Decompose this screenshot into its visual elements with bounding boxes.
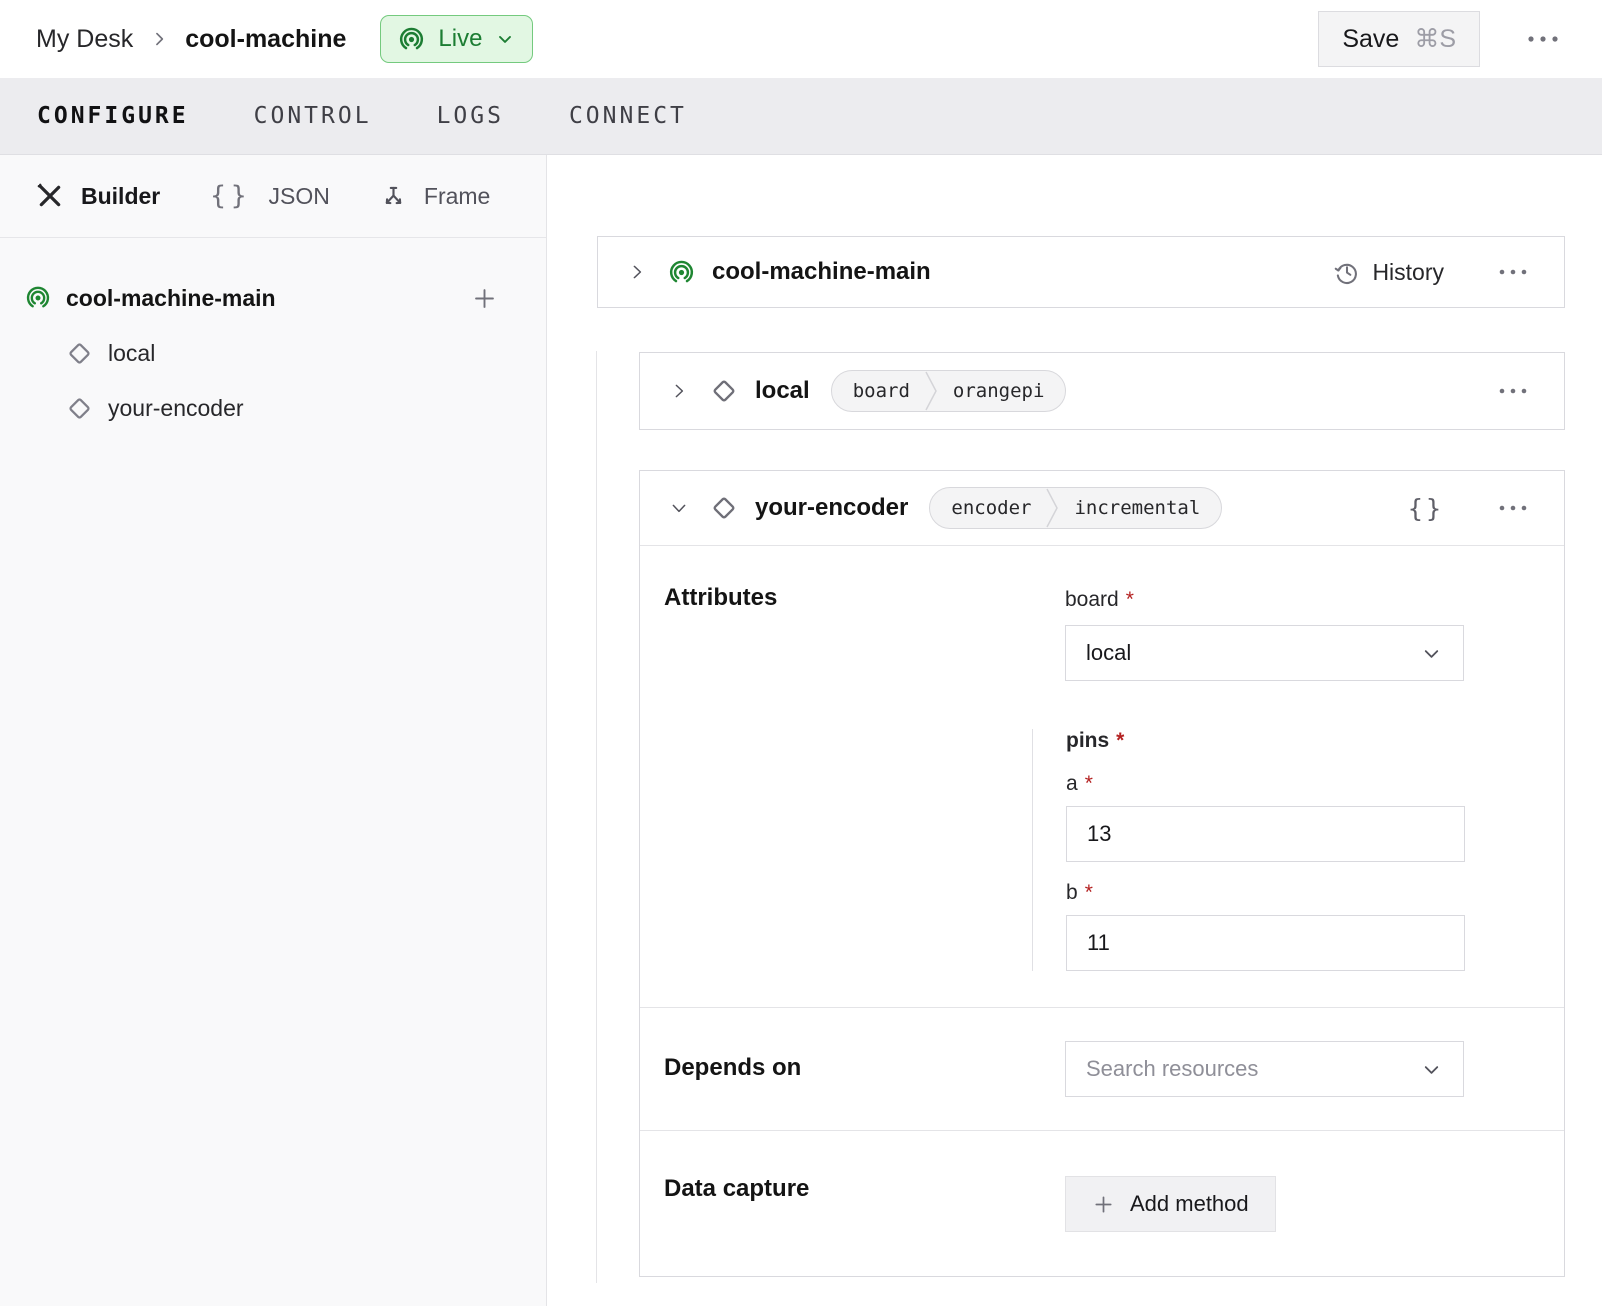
- view-frame[interactable]: Frame: [380, 183, 490, 210]
- local-more-options-button[interactable]: [1492, 381, 1534, 401]
- add-method-button[interactable]: Add method: [1065, 1176, 1276, 1232]
- machine-more-options-button[interactable]: [1492, 262, 1534, 282]
- board-field-label: board*: [1065, 588, 1134, 611]
- local-board-card: local board orangepi: [639, 352, 1565, 430]
- encoder-card: your-encoder encoder incremental {} Attr…: [639, 470, 1565, 1277]
- add-method-button-label: Add method: [1130, 1191, 1249, 1217]
- board-select[interactable]: local: [1065, 625, 1464, 681]
- pin-b-input[interactable]: [1066, 915, 1465, 971]
- required-asterisk: *: [1085, 772, 1093, 795]
- pins-field-group: pins* a* b*: [1032, 729, 1465, 971]
- local-card-title: local: [755, 377, 810, 405]
- encoder-type-badge: encoder incremental: [929, 487, 1222, 529]
- pin-a-label: a*: [1066, 772, 1465, 796]
- local-type-badge: board orangepi: [831, 370, 1067, 412]
- history-button-label: History: [1372, 259, 1444, 286]
- board-field-group: board* local: [1065, 588, 1464, 681]
- component-diamond-icon: [66, 395, 93, 422]
- braces-icon: {}: [210, 181, 251, 211]
- history-button[interactable]: History: [1328, 258, 1450, 287]
- encoder-card-title: your-encoder: [755, 494, 908, 522]
- tab-logs[interactable]: LOGS: [437, 103, 504, 129]
- expand-chevron-right-icon[interactable]: [670, 382, 688, 400]
- data-capture-label: Data capture: [664, 1175, 809, 1203]
- view-switcher: Builder {} JSON Frame: [0, 155, 546, 238]
- main-nav-tabs: CONFIGURE CONTROL LOGS CONNECT: [0, 78, 1602, 155]
- tree-item-local-label: local: [108, 340, 155, 367]
- top-bar: My Desk cool-machine Live Save ⌘S: [0, 0, 1602, 78]
- config-main-panel: cool-machine-main History: [547, 155, 1602, 1306]
- save-button[interactable]: Save ⌘S: [1318, 11, 1480, 67]
- attributes-section-label: Attributes: [664, 584, 777, 612]
- tab-connect[interactable]: CONNECT: [569, 103, 687, 129]
- live-status-dropdown[interactable]: Live: [380, 15, 533, 63]
- view-frame-label: Frame: [424, 183, 490, 210]
- edit-json-braces-button[interactable]: {}: [1402, 493, 1450, 524]
- board-select-value: local: [1086, 640, 1131, 666]
- pin-a-input[interactable]: [1066, 806, 1465, 862]
- tree-item-your-encoder[interactable]: your-encoder: [0, 381, 546, 436]
- plus-icon: [1092, 1193, 1115, 1216]
- badge-model: orangepi: [938, 380, 1066, 402]
- machine-card: cool-machine-main History: [597, 236, 1565, 308]
- required-asterisk: *: [1126, 588, 1134, 611]
- component-diamond-icon: [710, 377, 738, 405]
- view-builder-label: Builder: [81, 183, 160, 210]
- viam-live-icon: [398, 26, 425, 53]
- breadcrumb-my-desk[interactable]: My Desk: [36, 25, 133, 54]
- encoder-more-options-button[interactable]: [1492, 498, 1534, 518]
- config-sidebar: Builder {} JSON Frame: [0, 155, 547, 1306]
- viam-machine-icon: [25, 285, 51, 311]
- badge-api-type: encoder: [930, 497, 1046, 519]
- tree-item-local[interactable]: local: [0, 326, 546, 381]
- view-builder[interactable]: Builder: [36, 182, 160, 210]
- badge-divider: [1046, 487, 1059, 529]
- pins-group-label: pins*: [1066, 729, 1124, 752]
- topbar-actions: Save ⌘S: [1318, 11, 1566, 67]
- machine-card-title: cool-machine-main: [712, 258, 931, 286]
- tree-item-your-encoder-label: your-encoder: [108, 395, 244, 422]
- expand-chevron-right-icon[interactable]: [628, 263, 646, 281]
- history-clock-icon: [1334, 259, 1360, 285]
- search-resources-input[interactable]: [1086, 1042, 1420, 1096]
- view-json[interactable]: {} JSON: [210, 181, 330, 211]
- add-component-button[interactable]: [465, 279, 504, 318]
- depends-on-label: Depends on: [664, 1054, 801, 1082]
- chevron-down-icon: [1420, 642, 1443, 665]
- pin-b-label: b*: [1066, 881, 1465, 905]
- component-diamond-icon: [66, 340, 93, 367]
- frame-axes-icon: [380, 183, 407, 210]
- tree-item-machine-root[interactable]: cool-machine-main: [0, 270, 546, 326]
- badge-model: incremental: [1059, 497, 1221, 519]
- chevron-down-icon: [1420, 1058, 1443, 1081]
- depends-on-section: Depends on: [640, 1008, 1564, 1131]
- required-asterisk: *: [1116, 729, 1124, 752]
- tab-configure[interactable]: CONFIGURE: [37, 103, 189, 129]
- live-badge-label: Live: [438, 25, 482, 53]
- required-asterisk: *: [1085, 881, 1093, 904]
- topbar-more-options-button[interactable]: [1520, 28, 1566, 50]
- resource-tree: cool-machine-main local your-encoder: [0, 238, 546, 436]
- badge-divider: [925, 370, 938, 412]
- tree-root-label: cool-machine-main: [66, 285, 276, 312]
- component-diamond-icon: [710, 494, 738, 522]
- tree-connector-line: [596, 351, 597, 1283]
- collapse-chevron-down-icon[interactable]: [670, 499, 688, 517]
- save-shortcut-hint: ⌘S: [1414, 24, 1456, 54]
- attributes-section: Attributes board* local pins* a* b*: [640, 546, 1564, 1008]
- breadcrumb-chevron-icon: [149, 29, 169, 49]
- depends-on-select[interactable]: [1065, 1041, 1464, 1097]
- badge-api-type: board: [832, 380, 925, 402]
- breadcrumb: My Desk cool-machine: [36, 25, 346, 54]
- viam-machine-icon: [668, 259, 695, 286]
- breadcrumb-machine-name: cool-machine: [185, 25, 346, 54]
- tab-control[interactable]: CONTROL: [254, 103, 372, 129]
- data-capture-section: Data capture Add method: [640, 1131, 1564, 1278]
- tools-icon: [36, 182, 64, 210]
- save-button-label: Save: [1342, 25, 1399, 54]
- view-json-label: JSON: [269, 183, 330, 210]
- chevron-down-icon: [495, 29, 515, 49]
